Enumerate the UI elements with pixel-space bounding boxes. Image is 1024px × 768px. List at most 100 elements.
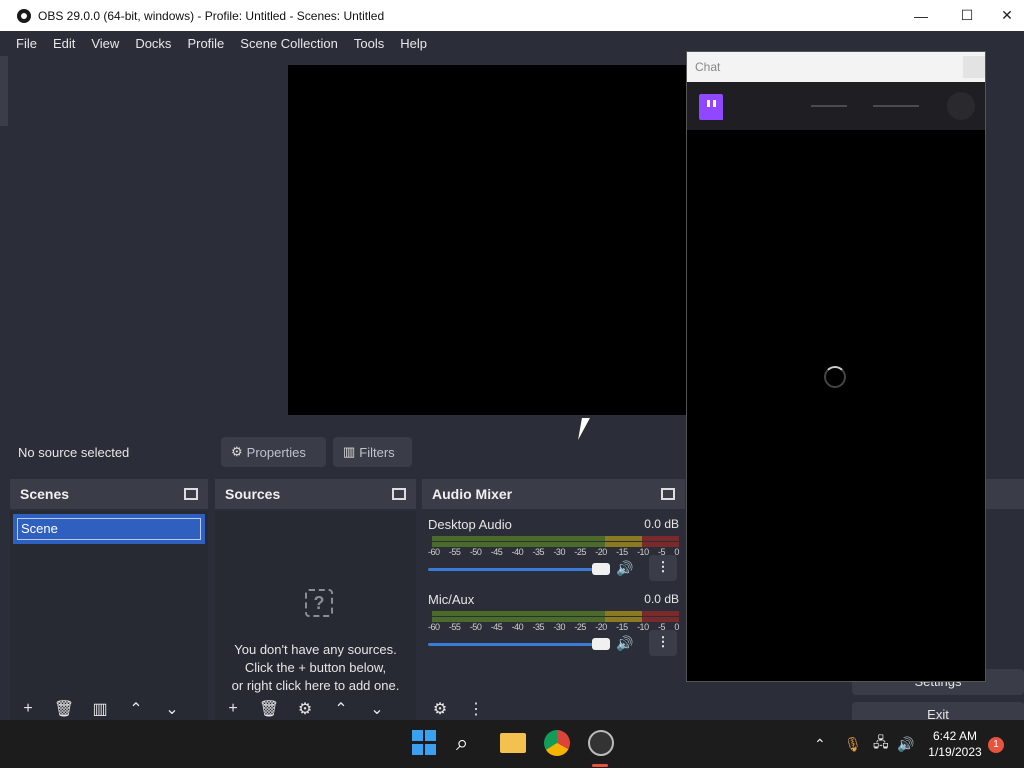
sources-list[interactable]: ? You don't have any sources. Click the … [215, 511, 416, 724]
minimize-button[interactable]: — [898, 0, 944, 31]
filter-icon: ▥ [343, 444, 356, 459]
mixer-header: Audio Mixer [422, 479, 685, 509]
move-up-icon[interactable]: ⌃ [118, 699, 154, 719]
scale-tick: -45 [490, 622, 503, 632]
menu-profile[interactable]: Profile [179, 36, 232, 51]
move-up-icon[interactable]: ⌃ [323, 699, 359, 719]
menu-file[interactable]: File [8, 36, 45, 51]
scale-tick: -25 [574, 547, 586, 557]
remove-scene-icon[interactable]: 🗑 [46, 699, 82, 719]
menu-scene-collection[interactable]: Scene Collection [232, 36, 346, 51]
windows-start-icon[interactable] [412, 730, 438, 756]
sources-dock: Sources ? You don't have any sources. Cl… [215, 479, 416, 724]
volume-slider-handle[interactable] [592, 638, 610, 650]
move-down-icon[interactable]: ⌄ [154, 699, 190, 719]
mixer-body: Desktop Audio 0.0 dB -60 -55 -50 -45 -40 -35-… [422, 511, 685, 724]
scene-filters-icon[interactable]: ▥ [82, 699, 118, 719]
menu-edit[interactable]: Edit [45, 36, 83, 51]
obs-logo-icon [17, 8, 31, 23]
placeholder-line [873, 105, 919, 107]
question-icon: ? [305, 589, 333, 617]
microphone-icon[interactable]: 🎙 [844, 720, 862, 768]
scale-tick: -25 [574, 622, 586, 632]
track-menu-button[interactable]: ⋮ [649, 555, 677, 581]
speaker-icon[interactable]: 🔊 [616, 560, 633, 577]
notification-badge[interactable]: 1 [988, 737, 1004, 753]
menu-docks[interactable]: Docks [127, 36, 179, 51]
volume-slider[interactable] [428, 568, 610, 571]
obs-taskbar-icon[interactable] [588, 730, 614, 756]
search-icon[interactable]: ⌕ [456, 730, 482, 756]
move-down-icon[interactable]: ⌄ [359, 699, 395, 719]
scale-tick: -55 [448, 622, 461, 632]
placeholder-line [811, 105, 847, 107]
track-name: Mic/Aux [428, 592, 475, 607]
scale-tick: -15 [616, 622, 628, 632]
close-button[interactable]: ✕ [990, 0, 1024, 31]
taskbar: ⌕ ⌃ 🎙 🖧 🔊 6:42 AM 1/19/2023 [0, 720, 1024, 768]
chat-title: Chat [695, 60, 721, 74]
network-icon[interactable]: 🖧 [873, 720, 889, 768]
maximize-button[interactable]: ☐ [944, 0, 990, 31]
source-properties-icon[interactable]: ⚙ [287, 699, 323, 719]
scenes-title: Scenes [20, 486, 70, 502]
scale-tick: -15 [616, 547, 628, 557]
advanced-audio-icon[interactable]: ⚙ [422, 699, 458, 719]
audio-mixer-dock: Audio Mixer Desktop Audio 0.0 dB -60 -55-… [422, 479, 685, 724]
speaker-icon[interactable]: 🔊 [616, 635, 633, 652]
level-meter [432, 536, 679, 541]
scale-tick: -50 [469, 622, 482, 632]
scale-tick: -30 [553, 547, 565, 557]
twitch-logo-icon [699, 94, 723, 120]
track-db: 0.0 dB [644, 517, 679, 531]
no-source-label: No source selected [18, 444, 130, 460]
mixer-track-desktop: Desktop Audio 0.0 dB -60 -55 -50 -45 -40 -35-… [428, 517, 679, 592]
filters-button[interactable]: ▥ Filters [333, 437, 412, 467]
scale-tick: -20 [595, 547, 607, 557]
remove-source-icon[interactable]: 🗑 [251, 699, 287, 719]
track-db: 0.0 dB [644, 592, 679, 606]
loading-spinner-icon [824, 366, 846, 388]
chrome-icon[interactable] [544, 730, 570, 756]
undock-icon[interactable] [184, 488, 198, 500]
left-edge-handle [0, 56, 8, 126]
meter-scale: -60 -55 -50 -45 -40 -35 -30 -25 -20 -15 -10 -5 0 [428, 547, 679, 557]
program-preview[interactable] [288, 65, 686, 415]
chat-title-bar[interactable]: Chat [687, 52, 985, 82]
twitch-header [687, 82, 985, 130]
undock-icon[interactable] [392, 488, 406, 500]
show-hidden-icons-icon[interactable]: ⌃ [814, 720, 826, 768]
scale-tick: -35 [532, 622, 545, 632]
menu-tools[interactable]: Tools [346, 36, 392, 51]
volume-slider[interactable] [428, 643, 610, 646]
add-scene-icon[interactable]: + [10, 700, 46, 718]
filters-label: Filters [359, 444, 395, 460]
track-menu-button[interactable]: ⋮ [649, 630, 677, 656]
volume-icon[interactable]: 🔊 [897, 720, 914, 768]
empty-sources-message: You don't have any sources. Click the + … [215, 641, 416, 695]
scale-tick: -60 [428, 547, 440, 557]
window-title: OBS 29.0.0 (64-bit, windows) - Profile: … [38, 8, 385, 23]
scale-tick: -40 [511, 547, 524, 557]
mixer-menu-icon[interactable]: ⋮ [458, 699, 494, 719]
properties-button[interactable]: ⚙ Properties [221, 437, 326, 467]
scene-item[interactable]: Scene [13, 514, 205, 544]
mixer-track-mic: Mic/Aux 0.0 dB -60 -55 -50 -45 -40 -35 -30 -25-… [428, 592, 679, 667]
menu-view[interactable]: View [83, 36, 127, 51]
scale-tick: -30 [553, 622, 565, 632]
volume-slider-handle[interactable] [592, 563, 610, 575]
add-source-icon[interactable]: + [215, 700, 251, 718]
avatar [947, 92, 975, 120]
empty-line-1: You don't have any sources. [234, 642, 397, 657]
chat-close-button[interactable] [963, 56, 985, 78]
scenes-header: Scenes [10, 479, 208, 509]
mixer-title: Audio Mixer [432, 486, 513, 502]
undock-icon[interactable] [661, 488, 675, 500]
scenes-list: Scene + 🗑 ▥ ⌃ ⌄ [10, 511, 208, 724]
empty-line-2: Click the + button below, [244, 660, 387, 675]
empty-line-3: or right click here to add one. [231, 678, 400, 693]
menu-help[interactable]: Help [392, 36, 435, 51]
system-clock[interactable]: 6:42 AM 1/19/2023 [920, 728, 990, 760]
scale-tick: -10 [637, 622, 649, 632]
file-explorer-icon[interactable] [500, 733, 526, 753]
